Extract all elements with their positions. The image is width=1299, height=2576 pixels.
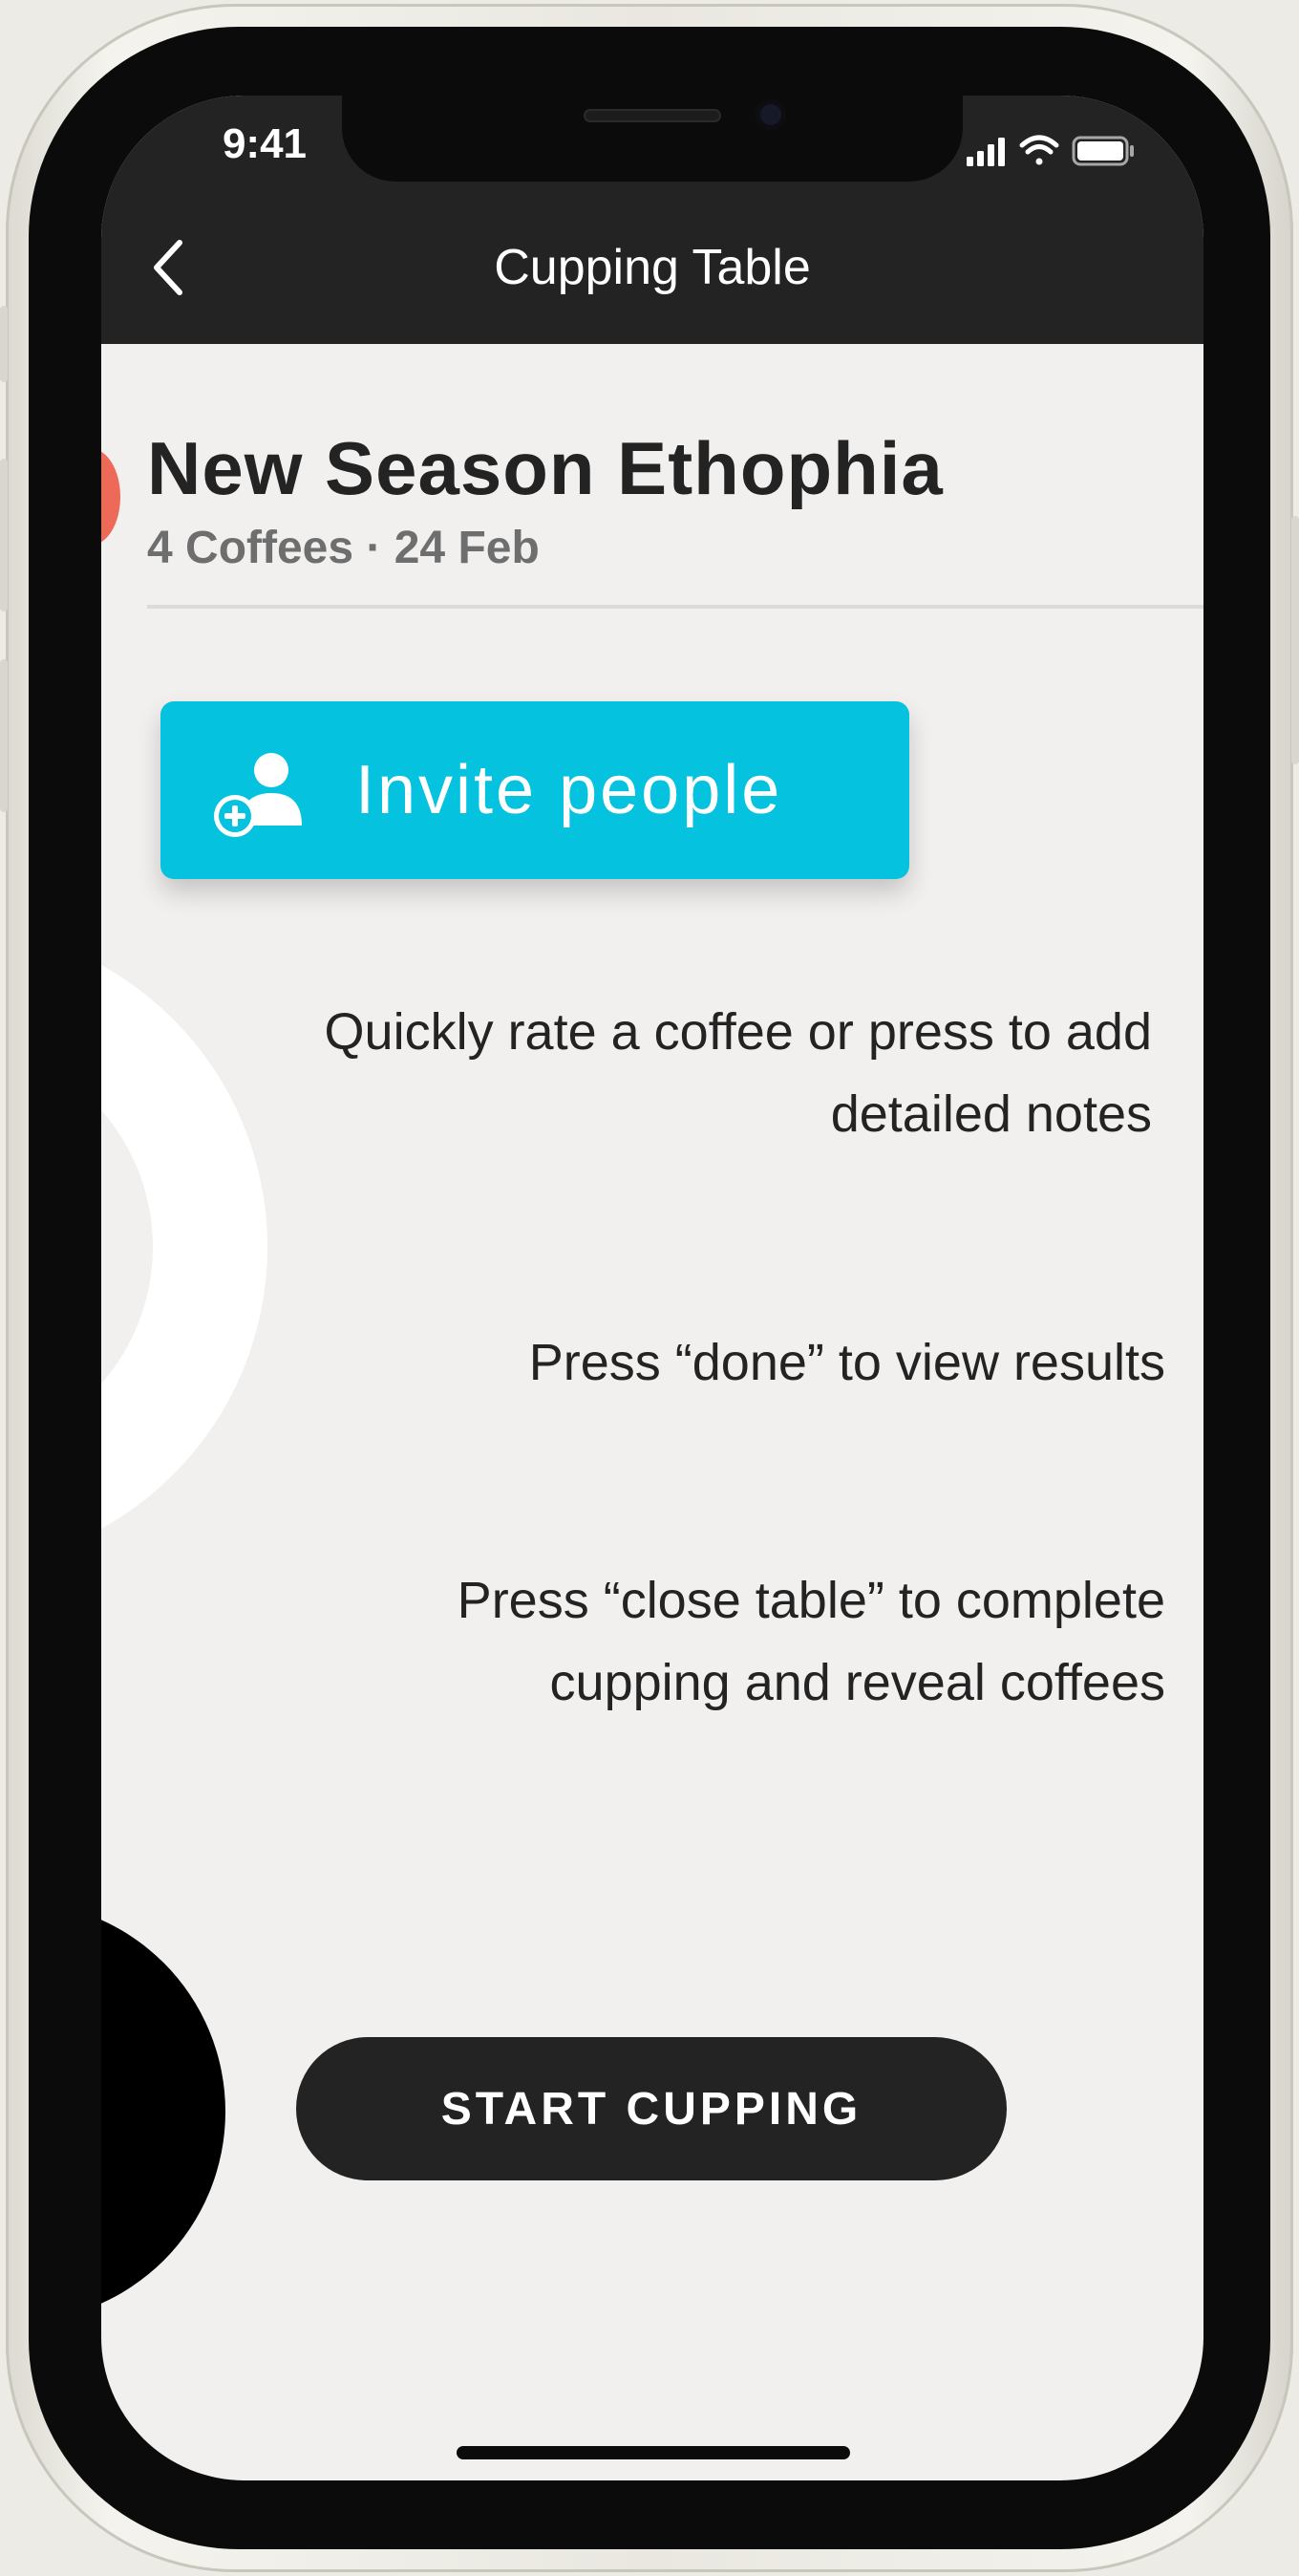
decorative-red-circle (101, 449, 120, 545)
add-user-icon (214, 753, 302, 837)
decorative-black-circle (101, 1901, 225, 2322)
page-title: Cupping Table (494, 240, 811, 295)
signal-icon (967, 138, 1005, 166)
mute-switch (0, 306, 8, 382)
back-button[interactable] (138, 229, 199, 306)
table-title: New Season Ethophia (147, 426, 944, 510)
power-button (1291, 516, 1299, 764)
volume-down-button (0, 659, 8, 812)
status-time: 9:41 (222, 120, 308, 167)
screen: 9:41 Cupping Table New Season Ethophia 4… (101, 96, 1203, 2480)
tip-rate-coffee: Quickly rate a coffee or press to add de… (324, 1003, 1152, 1143)
invite-people-label: Invite people (355, 752, 783, 828)
wifi-icon (1019, 135, 1059, 165)
front-camera (756, 99, 786, 130)
speaker-grille (584, 109, 721, 122)
battery-icon (1072, 136, 1134, 166)
nav-bar: 9:41 Cupping Table (101, 96, 1203, 344)
divider (147, 605, 1203, 609)
volume-up-button (0, 459, 8, 612)
tip-done: Press “done” to view results (528, 1334, 1165, 1391)
chevron-left-icon (154, 240, 182, 295)
home-indicator[interactable] (457, 2446, 850, 2459)
invite-people-button[interactable]: Invite people (160, 701, 909, 879)
tip-close-table: Press “close table” to complete cupping … (457, 1572, 1165, 1711)
status-icons (967, 135, 1134, 166)
table-subtitle: 4 Coffees · 24 Feb (147, 523, 540, 573)
start-cupping-button[interactable]: START CUPPING (296, 2037, 1007, 2180)
